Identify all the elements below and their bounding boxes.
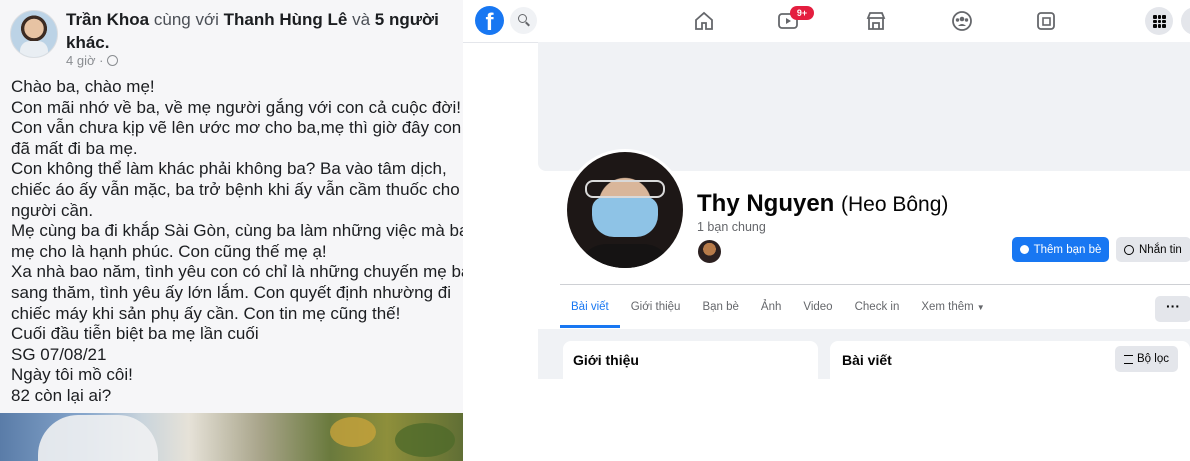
- post-card: Trần Khoa cùng với Thanh Hùng Lê và 5 ng…: [0, 0, 463, 461]
- home-icon[interactable]: [693, 10, 715, 32]
- tab-more[interactable]: Xem thêm ▼: [910, 292, 995, 328]
- add-friend-icon: [1019, 245, 1029, 254]
- intro-card: Giới thiệu: [563, 341, 818, 381]
- post-text-line: mẹ cho là hạnh phúc. Con cũng thế mẹ ạ!: [11, 241, 327, 261]
- filter-button[interactable]: Bộ lọc: [1115, 346, 1178, 372]
- post-text-line: Ngày tôi mồ côi!: [11, 365, 133, 385]
- search-icon[interactable]: [510, 7, 537, 34]
- tab-about[interactable]: Giới thiệu: [620, 292, 692, 328]
- filter-label: Bộ lọc: [1137, 353, 1169, 365]
- author-avatar[interactable]: [10, 10, 58, 58]
- notification-badge: 9+: [790, 6, 814, 20]
- post-text-line: Xa nhà bao năm, tình yêu con có chỉ là n…: [11, 262, 463, 282]
- post-text-line: người cần.: [11, 200, 94, 220]
- profile-name-text: Thy Nguyen: [697, 190, 835, 217]
- post-text-line: chiếc máy khi sản phụ ấy cần. Con tin mẹ…: [11, 303, 401, 323]
- tab-check-ins[interactable]: Check in: [844, 292, 911, 328]
- with-text: cùng với: [153, 10, 219, 29]
- profile-name: Thy Nguyen (Heo Bông): [697, 190, 948, 218]
- add-friend-label: Thêm bạn bè: [1033, 243, 1102, 256]
- add-friend-button[interactable]: Thêm bạn bè: [1012, 237, 1109, 262]
- posts-card: Bài viết Bộ lọc: [830, 341, 1190, 381]
- blank-area: [463, 379, 1190, 461]
- caret-down-icon: ▼: [976, 303, 985, 312]
- messenger-icon: [1124, 244, 1134, 255]
- post-text-line: Mẹ cùng ba đi khắp Sài Gòn, cùng ba làm …: [11, 221, 463, 241]
- message-label: Nhắn tin: [1139, 243, 1182, 256]
- tab-friends[interactable]: Bạn bè: [691, 292, 749, 328]
- post-text-line: Chào ba, chào mẹ!: [11, 77, 155, 96]
- gaming-icon[interactable]: [1035, 10, 1057, 32]
- post-meta: 4 giờ ·: [66, 53, 119, 68]
- facebook-logo-icon[interactable]: f: [475, 6, 504, 35]
- groups-icon[interactable]: [951, 10, 973, 32]
- intro-title: Giới thiệu: [573, 352, 639, 368]
- profile-picture[interactable]: [564, 149, 686, 271]
- tagged-name-link[interactable]: Thanh Hùng Lê: [224, 10, 348, 29]
- post-text-line: SG 07/08/21: [11, 344, 107, 364]
- tab-photos[interactable]: Ảnh: [750, 292, 792, 328]
- others-link[interactable]: 5 người: [375, 10, 439, 29]
- post-text-line: Con mãi nhớ về ba, về mẹ người gắng với …: [11, 97, 462, 117]
- more-options-button[interactable]: ···: [1155, 296, 1190, 322]
- post-title: Trần Khoa cùng với Thanh Hùng Lê và 5 ng…: [66, 8, 446, 54]
- post-time[interactable]: 4 giờ ·: [66, 53, 103, 68]
- profile-nickname: (Heo Bông): [841, 193, 949, 216]
- post-text-line: chiếc áo ấy vẫn mặc, ba trở bệnh khi ấy …: [11, 179, 460, 199]
- menu-grid-icon[interactable]: [1145, 7, 1173, 35]
- and-text: và: [352, 10, 371, 29]
- globe-icon: [107, 55, 119, 66]
- top-navigation-bar: f 9+: [463, 0, 1190, 43]
- author-name-link[interactable]: Trần Khoa: [66, 10, 149, 29]
- others-link-line2[interactable]: khác.: [66, 33, 109, 52]
- post-photo[interactable]: [0, 413, 463, 461]
- post-text-line: Con vẫn chưa kịp vẽ lên ước mơ cho ba,mẹ…: [11, 118, 462, 138]
- account-button[interactable]: [1181, 7, 1190, 35]
- post-text-line: 82 còn lại ai?: [11, 385, 112, 405]
- marketplace-icon[interactable]: [865, 10, 887, 32]
- post-text-line: Cuối đầu tiễn biệt ba mẹ lần cuối: [11, 324, 259, 344]
- profile-tabs: Bài viết Giới thiệu Bạn bè Ảnh Video Che…: [560, 292, 996, 328]
- post-header: Trần Khoa cùng với Thanh Hùng Lê và 5 ng…: [10, 8, 460, 68]
- post-text-line: sang thăm, tình yêu ấy lớn lắm. Con quyế…: [11, 282, 452, 302]
- tab-more-label: Xem thêm: [921, 301, 974, 313]
- post-text-line: đã mất đi ba mẹ.: [11, 138, 138, 158]
- mutual-friend-avatar[interactable]: [697, 239, 722, 264]
- message-button[interactable]: Nhắn tin: [1116, 237, 1190, 262]
- tab-videos[interactable]: Video: [792, 292, 843, 328]
- tab-posts[interactable]: Bài viết: [560, 292, 620, 328]
- filter-icon: [1124, 354, 1134, 364]
- post-body: Chào ba, chào mẹ! Con mãi nhớ về ba, về m…: [11, 77, 463, 407]
- divider: [560, 284, 1190, 285]
- mutual-friends-count[interactable]: 1 bạn chung: [697, 220, 766, 234]
- post-text-line: Con không thể làm khác phải không ba? Ba…: [11, 159, 447, 179]
- profile-page: f 9+ Thy Nguyen (Heo Bông) 1 bạn chung T…: [463, 0, 1190, 461]
- posts-title: Bài viết: [842, 352, 892, 368]
